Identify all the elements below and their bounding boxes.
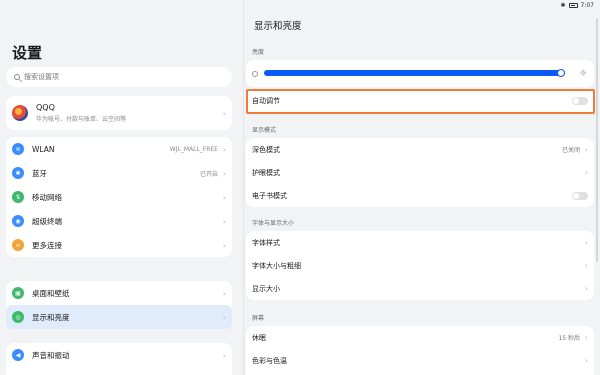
sun-small-icon — [252, 71, 258, 77]
chevron-right-icon: › — [222, 144, 226, 154]
super-device-icon: ◉ — [12, 215, 24, 227]
dark-mode-value: 已关闭 — [561, 147, 580, 154]
sound-group: ◀ 声音和振动 › — [6, 343, 232, 375]
sidebar-item-label: 桌面和壁纸 — [32, 288, 70, 298]
sidebar-item-wlan[interactable]: ≋ WLAN WJL_MALL_FREE › — [6, 137, 232, 161]
chevron-right-icon: › — [222, 108, 226, 118]
pane-divider — [243, 0, 244, 375]
section-label-display-mode: 显示模式 — [252, 127, 277, 134]
sidebar-item-label: 显示和亮度 — [32, 312, 70, 322]
font-card: 字体样式 › 字体大小与粗细 › 显示大小 › — [246, 231, 594, 300]
brightness-card: ☼ — [246, 60, 594, 87]
sidebar-item-label: 蓝牙 — [32, 168, 47, 178]
account-subtitle: 华为帐号、付款与账单、云空间等 — [36, 116, 127, 123]
brightness-slider-handle[interactable] — [557, 69, 565, 77]
account-card[interactable]: QQQ 华为帐号、付款与账单、云空间等 › — [6, 96, 232, 130]
sidebar-item-more-connections[interactable]: ∞ 更多连接 › — [6, 233, 232, 257]
display-size-label: 显示大小 — [252, 284, 280, 293]
sun-large-icon: ☼ — [579, 69, 588, 79]
bluetooth-status-icon: ✱ — [560, 2, 566, 9]
chevron-right-icon: › — [584, 168, 588, 177]
display-size-row[interactable]: 显示大小 › — [246, 277, 594, 300]
settings-sidebar: 设置 QQQ 华为帐号、付款与账单、云空间等 › ≋ WLAN WJL_MALL… — [0, 0, 243, 375]
sleep-value: 15 秒后 — [558, 335, 580, 342]
sleep-label: 休眠 — [252, 333, 266, 342]
chevron-right-icon: › — [222, 192, 226, 202]
font-size-label: 字体大小与粗细 — [252, 261, 301, 270]
sidebar-item-wallpaper[interactable]: ▣ 桌面和壁纸 › — [6, 281, 232, 305]
section-label-screen: 屏幕 — [252, 315, 265, 322]
sound-icon: ◀ — [12, 349, 24, 361]
screen-card: 休眠 15 秒后 › 色彩与色温 › — [246, 326, 594, 375]
chevron-right-icon: › — [222, 240, 226, 250]
sidebar-item-mobile-network[interactable]: ⇅ 移动网络 › — [6, 185, 232, 209]
connectivity-group: ≋ WLAN WJL_MALL_FREE › ✱ 蓝牙 已开启 › ⇅ 移动网络… — [6, 137, 232, 257]
bluetooth-value: 已开启 — [199, 170, 218, 178]
color-temperature-label: 色彩与色温 — [252, 356, 287, 365]
chevron-right-icon: › — [584, 261, 588, 270]
chevron-right-icon: › — [222, 168, 226, 178]
ebook-mode-row[interactable]: 电子书模式 — [246, 184, 594, 207]
dark-mode-label: 深色模式 — [252, 145, 280, 154]
mobile-network-icon: ⇅ — [12, 191, 24, 203]
chevron-right-icon: › — [222, 216, 226, 226]
sidebar-item-label: WLAN — [32, 144, 55, 154]
section-label-brightness: 亮度 — [252, 49, 265, 56]
clock: 7:07 — [580, 2, 594, 9]
dark-mode-row[interactable]: 深色模式 已关闭 › — [246, 138, 594, 161]
more-connections-icon: ∞ — [12, 239, 24, 251]
search-bar[interactable] — [6, 67, 232, 87]
sleep-row[interactable]: 休眠 15 秒后 › — [246, 326, 594, 349]
account-name: QQQ — [36, 103, 55, 112]
search-icon — [14, 74, 20, 80]
sidebar-item-sound[interactable]: ◀ 声音和振动 › — [6, 343, 232, 367]
color-temperature-row[interactable]: 色彩与色温 › — [246, 349, 594, 372]
detail-title: 显示和亮度 — [254, 21, 302, 32]
wallpaper-icon: ▣ — [12, 287, 24, 299]
scrollbar[interactable] — [596, 18, 598, 262]
battery-icon — [568, 3, 578, 8]
chevron-right-icon: › — [584, 145, 588, 154]
sidebar-item-label: 声音和振动 — [32, 350, 70, 360]
sidebar-item-label: 移动网络 — [32, 192, 62, 202]
brightness-slider[interactable] — [264, 70, 565, 76]
highlight-box — [246, 89, 595, 114]
sidebar-item-label: 更多连接 — [32, 240, 62, 250]
ebook-mode-label: 电子书模式 — [252, 191, 287, 200]
page-title: 设置 — [12, 44, 43, 62]
bluetooth-icon: ✱ — [12, 167, 24, 179]
font-style-row[interactable]: 字体样式 › — [246, 231, 594, 254]
wifi-icon: ≋ — [12, 143, 24, 155]
chevron-right-icon: › — [584, 284, 588, 293]
chevron-right-icon: › — [584, 238, 588, 247]
eye-comfort-label: 护眼模式 — [252, 168, 280, 177]
ebook-mode-toggle[interactable] — [572, 191, 588, 200]
sidebar-item-super-device[interactable]: ◉ 超级终端 › — [6, 209, 232, 233]
display-icon: ◎ — [12, 311, 24, 323]
personalization-group: ▣ 桌面和壁纸 › ◎ 显示和亮度 › — [6, 281, 232, 329]
chevron-right-icon: › — [584, 333, 588, 342]
eye-comfort-row[interactable]: 护眼模式 › — [246, 161, 594, 184]
wlan-value: WJL_MALL_FREE — [169, 145, 218, 153]
sidebar-item-bluetooth[interactable]: ✱ 蓝牙 已开启 › — [6, 161, 232, 185]
section-label-font: 字体与显示大小 — [252, 220, 295, 227]
sidebar-item-label: 超级终端 — [32, 216, 62, 226]
sidebar-item-display[interactable]: ◎ 显示和亮度 › — [6, 305, 232, 329]
font-size-row[interactable]: 字体大小与粗细 › — [246, 254, 594, 277]
avatar — [12, 105, 28, 121]
chevron-right-icon: › — [222, 350, 226, 360]
font-style-label: 字体样式 — [252, 238, 280, 247]
chevron-right-icon: › — [222, 288, 226, 298]
display-mode-card: 深色模式 已关闭 › 护眼模式 › 电子书模式 — [246, 138, 594, 207]
search-input[interactable] — [24, 73, 204, 81]
chevron-right-icon: › — [584, 356, 588, 365]
chevron-right-icon: › — [222, 312, 226, 322]
